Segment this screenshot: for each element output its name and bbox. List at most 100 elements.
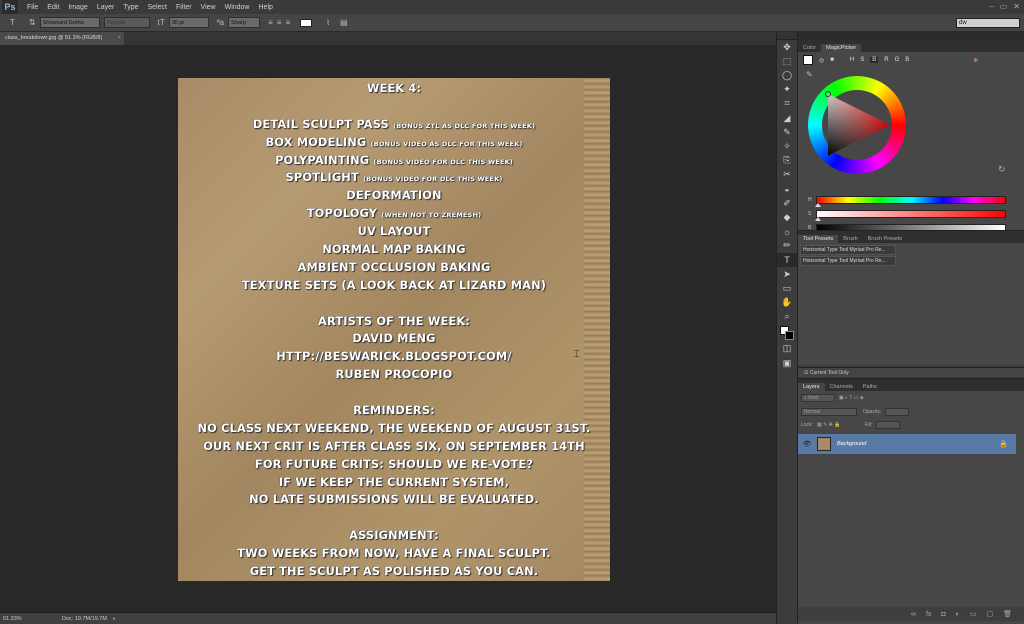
tab-paths[interactable]: Paths: [858, 383, 882, 391]
gradient-tool-icon[interactable]: ✐: [777, 196, 797, 210]
menu-type[interactable]: Type: [123, 4, 138, 11]
folder-icon[interactable]: ▭: [970, 610, 977, 618]
font-size-field[interactable]: 30 pt: [168, 17, 209, 28]
move-tool-icon[interactable]: ✥: [777, 40, 797, 54]
current-tool-only-checkbox[interactable]: ☑ Current Tool Only: [798, 367, 1024, 377]
current-color-swatch[interactable]: [803, 55, 813, 65]
mode-h[interactable]: H: [850, 57, 854, 63]
opacity-field[interactable]: [885, 408, 910, 416]
zoom-tool-icon[interactable]: ⌕: [777, 310, 797, 324]
warp-text-icon[interactable]: ⌇: [326, 18, 330, 27]
align-right-icon[interactable]: ≡: [285, 18, 290, 27]
menu-edit[interactable]: Edit: [47, 4, 59, 11]
wheel-mode-icon[interactable]: ◎: [819, 57, 824, 64]
history-brush-tool-icon[interactable]: ✂: [777, 168, 797, 182]
list-item[interactable]: Horizontal Type Tool Myriad Pro Re...: [800, 256, 896, 266]
eye-icon[interactable]: 👁: [801, 440, 813, 448]
menu-layer[interactable]: Layer: [97, 4, 115, 11]
path-select-tool-icon[interactable]: ➤: [777, 267, 797, 281]
text-color-swatch[interactable]: [300, 18, 313, 27]
zoom-level[interactable]: 51.33%: [0, 616, 26, 622]
saturation-slider[interactable]: [815, 210, 1006, 221]
healing-brush-tool-icon[interactable]: ✎: [777, 125, 797, 139]
text-orientation-icon[interactable]: ⇅: [29, 18, 36, 27]
mask-icon[interactable]: ◘: [941, 611, 945, 618]
tab-close-icon[interactable]: ×: [118, 32, 121, 45]
filter-icons[interactable]: ▣ ◐ T ▭ ◈: [839, 395, 864, 401]
antialias-select[interactable]: Sharp: [228, 17, 261, 28]
hue-slider[interactable]: [815, 196, 1006, 207]
tab-brush-presets[interactable]: Brush Presets: [863, 235, 908, 243]
layer-name[interactable]: Background: [837, 441, 866, 447]
eyedropper-tool-icon[interactable]: ◢: [777, 111, 797, 125]
eraser-tool-icon[interactable]: ◒: [777, 182, 797, 196]
panel-collapse-bar[interactable]: [798, 32, 1024, 40]
mode-g[interactable]: G: [895, 57, 900, 63]
menu-file[interactable]: File: [27, 4, 38, 11]
status-menu-icon[interactable]: ▸: [113, 616, 116, 622]
color-swatches[interactable]: [777, 324, 797, 342]
close-icon[interactable]: ✕: [1013, 2, 1020, 11]
blend-mode-select[interactable]: Normal: [801, 408, 857, 416]
minimize-icon[interactable]: –: [989, 2, 993, 11]
tab-brush[interactable]: Brush: [838, 235, 862, 243]
document-canvas[interactable]: WEEK 4: DETAIL SCULPT PASS (BONUS ZTL AS …: [178, 78, 610, 581]
type-tool-icon[interactable]: T: [777, 252, 797, 267]
character-panel-icon[interactable]: ▤: [340, 18, 348, 27]
kind-filter-select[interactable]: ⌕ Kind: [801, 394, 835, 402]
font-family-select[interactable]: Showcard Gothic: [39, 17, 100, 28]
lasso-tool-icon[interactable]: ◯: [777, 68, 797, 82]
new-layer-icon[interactable]: ▢: [986, 610, 993, 618]
canvas-area[interactable]: WEEK 4: DETAIL SCULPT PASS (BONUS ZTL AS …: [0, 45, 776, 612]
quick-mask-icon[interactable]: ◫: [777, 342, 797, 356]
tab-layers[interactable]: Layers: [798, 383, 825, 391]
trash-icon[interactable]: 🗑: [1003, 610, 1012, 618]
menu-help[interactable]: Help: [259, 4, 273, 11]
brush-tool-icon[interactable]: ✧: [777, 139, 797, 153]
align-left-icon[interactable]: ≡: [268, 18, 273, 27]
fill-field[interactable]: [876, 421, 901, 429]
tab-channels[interactable]: Channels: [825, 383, 858, 391]
tab-color[interactable]: Color: [798, 44, 821, 52]
blur-tool-icon[interactable]: ◆: [777, 210, 797, 224]
list-item[interactable]: Horizontal Type Tool Myriad Pro Re...: [800, 245, 896, 255]
pen-tool-icon[interactable]: ✏: [777, 239, 797, 253]
refresh-icon[interactable]: ↻: [998, 164, 1006, 175]
menu-view[interactable]: View: [201, 4, 216, 11]
maximize-icon[interactable]: ▭: [1000, 2, 1008, 11]
mode-b[interactable]: B: [870, 57, 879, 63]
lock-icons[interactable]: ▦ ✎ ✥ 🔒: [817, 422, 841, 428]
square-mode-icon[interactable]: ■: [830, 57, 834, 63]
checkbox-icon[interactable]: ☑: [804, 370, 808, 376]
clone-stamp-tool-icon[interactable]: ⎘: [777, 154, 797, 168]
mode-s[interactable]: S: [860, 57, 864, 63]
screen-mode-icon[interactable]: ▣: [777, 356, 797, 370]
type-tool-icon[interactable]: T: [10, 18, 15, 27]
menu-filter[interactable]: Filter: [176, 4, 192, 11]
dodge-tool-icon[interactable]: ☼: [777, 224, 797, 238]
crop-tool-icon[interactable]: ⌗: [777, 97, 797, 111]
background-color[interactable]: [785, 330, 794, 340]
marquee-tool-icon[interactable]: ⬚: [777, 54, 797, 68]
fx-icon[interactable]: fx: [926, 611, 931, 618]
hand-tool-icon[interactable]: ✋: [777, 295, 797, 309]
menu-select[interactable]: Select: [148, 4, 167, 11]
eyedropper-small-icon[interactable]: ✎: [806, 70, 813, 79]
link-icon[interactable]: ∞: [911, 611, 916, 618]
color-triangle[interactable]: [822, 90, 892, 160]
settings-icon[interactable]: ✻: [973, 57, 978, 64]
adjustment-icon[interactable]: ◐: [956, 611, 960, 618]
color-wheel[interactable]: [808, 76, 906, 174]
tab-tool-presets[interactable]: Tool Presets: [798, 235, 839, 243]
font-style-select[interactable]: Regular: [103, 17, 150, 28]
menu-image[interactable]: Image: [68, 4, 87, 11]
mode-r[interactable]: R: [884, 57, 888, 63]
workspace-select[interactable]: dw: [956, 18, 1020, 28]
quick-select-tool-icon[interactable]: ✦: [777, 83, 797, 97]
mode-b2[interactable]: B: [905, 57, 909, 63]
tab-magicpicker[interactable]: MagicPicker: [821, 44, 862, 52]
shape-tool-icon[interactable]: ▭: [777, 281, 797, 295]
document-tab[interactable]: class_breakdown.jpg @ 51.3% (RGB/8) ×: [0, 32, 124, 45]
align-center-icon[interactable]: ≡: [277, 18, 282, 27]
toolbox-grip[interactable]: [777, 32, 797, 40]
